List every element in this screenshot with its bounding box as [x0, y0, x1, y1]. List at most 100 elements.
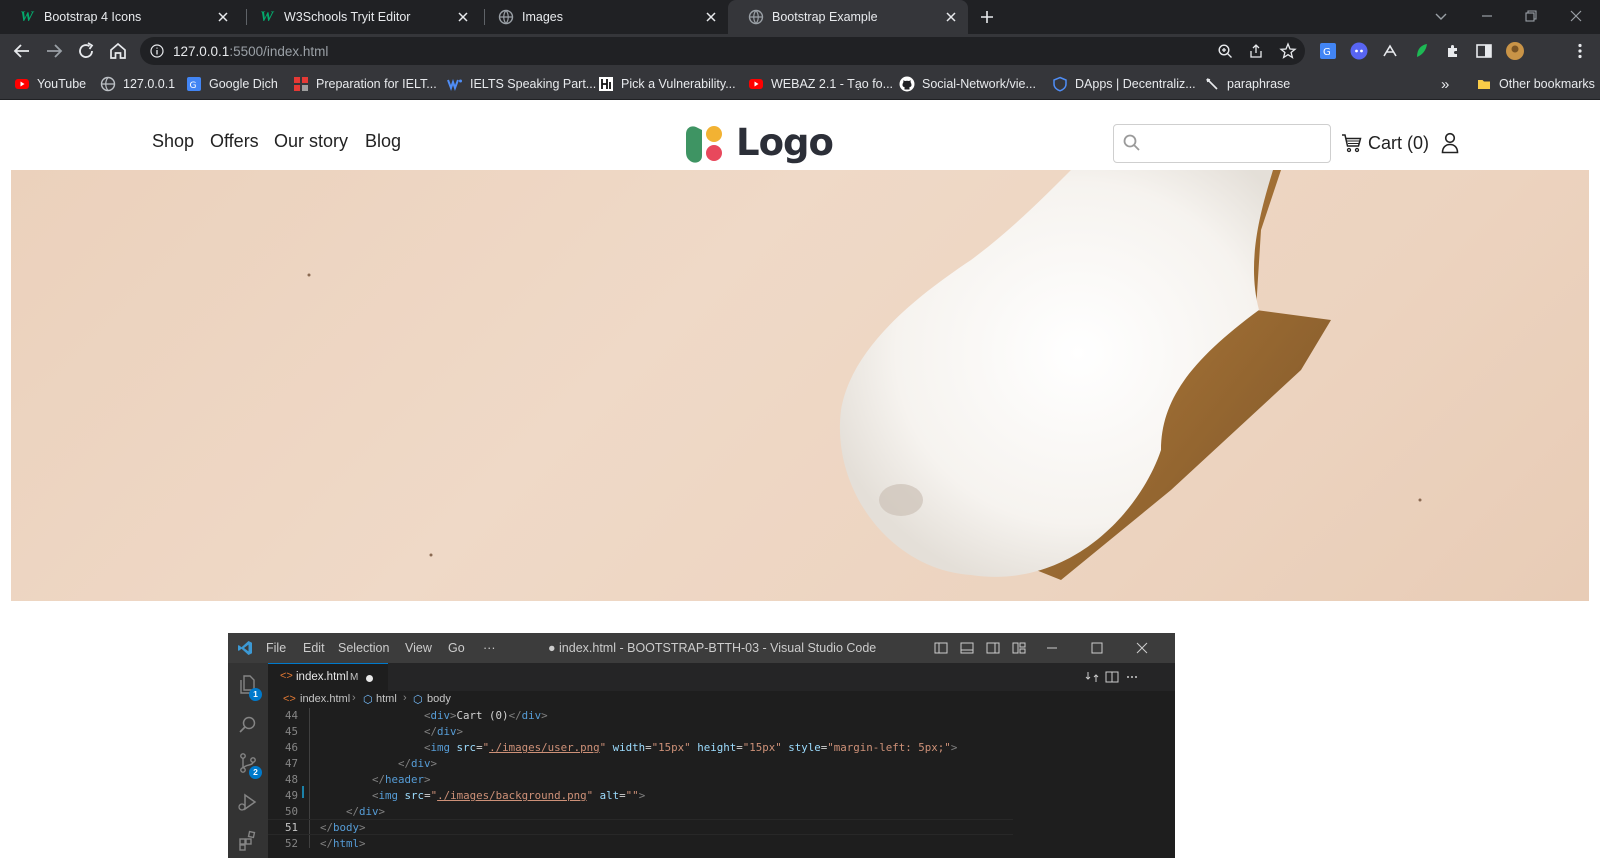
extensions-puzzle-icon[interactable]: [1443, 41, 1463, 61]
globe-icon: [748, 9, 764, 25]
more-bookmarks-button[interactable]: »: [1441, 75, 1449, 93]
bookmarks-bar: YouTube 127.0.0.1 G Google Dịch Preparat…: [0, 68, 1600, 100]
cart-link[interactable]: Cart (0): [1340, 130, 1429, 156]
w3schools-icon: W: [20, 9, 34, 25]
breadcrumb-body[interactable]: body: [427, 693, 451, 705]
nav-link-our-story[interactable]: Our story: [274, 131, 348, 152]
vscode-window-title: ● index.html - BOOTSTRAP-BTTH-03 - Visua…: [548, 641, 877, 655]
menu-edit[interactable]: Edit: [303, 641, 325, 655]
compare-changes-icon[interactable]: [1084, 669, 1100, 685]
bookmark-star-icon[interactable]: [1279, 42, 1297, 60]
code-editor[interactable]: 44 <div>Cart (0)</div> 45 </div> 46 <img…: [268, 708, 1013, 858]
bookmark-pick-vulnerability[interactable]: Pick a Vulnerability...: [598, 75, 736, 93]
unsaved-dot-icon[interactable]: [366, 675, 373, 682]
user-icon[interactable]: [1440, 132, 1460, 154]
tab-title: Bootstrap 4 Icons: [44, 10, 142, 24]
search-input[interactable]: [1113, 124, 1331, 163]
bookmark-ielts-prep[interactable]: Preparation for IELT...: [293, 75, 437, 93]
menu-go[interactable]: Go: [448, 641, 465, 655]
breadcrumb-file[interactable]: index.html: [300, 693, 350, 705]
close-window-icon[interactable]: [1568, 8, 1584, 24]
bookmark-label: Preparation for IELT...: [316, 77, 437, 91]
reload-icon[interactable]: [74, 39, 98, 63]
logo-text: Logo: [736, 121, 834, 164]
menu-file[interactable]: File: [266, 641, 286, 655]
bookmark-dapps[interactable]: DApps | Decentraliz...: [1052, 75, 1196, 93]
home-icon[interactable]: [106, 39, 130, 63]
split-editor-icon[interactable]: [1104, 669, 1120, 685]
google-translate-ext-icon[interactable]: G: [1318, 41, 1338, 61]
code-line: </header>: [372, 773, 431, 786]
minimize-icon[interactable]: [1479, 8, 1495, 24]
bookmark-localhost[interactable]: 127.0.0.1: [100, 75, 175, 93]
w3schools-icon: W: [260, 9, 274, 25]
tab-tryit-editor[interactable]: W W3Schools Tryit Editor: [240, 0, 480, 34]
bookmark-label: WEBAZ 2.1 - Tạo fo...: [771, 77, 894, 91]
code-line: <img src="./images/background.png" alt="…: [372, 789, 646, 802]
element-icon: ⬡: [363, 694, 373, 706]
tab-bootstrap-icons[interactable]: W Bootstrap 4 Icons: [0, 0, 240, 34]
nav-link-shop[interactable]: Shop: [152, 131, 194, 152]
browser-toolbar: 127.0.0.1:5500/index.html G: [0, 34, 1600, 68]
bookmark-paraphrase[interactable]: paraphrase: [1204, 75, 1290, 93]
run-debug-icon[interactable]: [236, 790, 260, 814]
hack-icon: [599, 77, 613, 91]
toggle-panel-icon[interactable]: [959, 640, 975, 656]
html-file-icon: <>: [280, 670, 293, 682]
close-tab-icon[interactable]: [702, 8, 720, 26]
tab-bootstrap-example[interactable]: Bootstrap Example: [728, 0, 968, 34]
maximize-icon[interactable]: [1089, 640, 1105, 656]
other-bookmarks-folder[interactable]: Other bookmarks: [1476, 75, 1595, 93]
leaf-ext-icon[interactable]: [1411, 41, 1431, 61]
side-panel-icon[interactable]: [1474, 41, 1494, 61]
minimize-icon[interactable]: [1044, 640, 1060, 656]
nav-link-blog[interactable]: Blog: [365, 131, 401, 152]
tool-ext-icon[interactable]: [1380, 41, 1400, 61]
tab-images[interactable]: Images: [478, 0, 728, 34]
profile-avatar-icon[interactable]: [1505, 41, 1525, 61]
toggle-sidebar-icon[interactable]: [933, 640, 949, 656]
nav-link-offers[interactable]: Offers: [210, 131, 259, 152]
forward-arrow-icon[interactable]: [42, 39, 66, 63]
bookmark-label: 127.0.0.1: [123, 77, 176, 91]
toggle-secondary-sidebar-icon[interactable]: [985, 640, 1001, 656]
tab-search-chevron-icon[interactable]: [1433, 8, 1449, 24]
bookmark-label: Google Dịch: [209, 77, 278, 91]
translate-icon: G: [187, 77, 201, 91]
new-tab-icon[interactable]: [978, 8, 996, 26]
address-bar[interactable]: 127.0.0.1:5500/index.html: [140, 37, 1305, 65]
bookmark-google-translate[interactable]: G Google Dịch: [186, 75, 278, 93]
zoom-icon[interactable]: [1217, 43, 1233, 59]
close-window-icon[interactable]: [1134, 640, 1150, 656]
folder-icon: [1478, 80, 1490, 89]
breadcrumb: <> index.html › ⬡ html › ⬡ body: [268, 691, 1175, 708]
editor-tab-index-html[interactable]: <> index.html M: [268, 663, 388, 691]
code-line: <div>Cart (0)</div>: [424, 709, 548, 722]
menu-selection[interactable]: Selection: [338, 641, 389, 655]
youtube-icon: [749, 79, 763, 89]
discord-ext-icon[interactable]: [1349, 41, 1369, 61]
bookmark-webaz[interactable]: WEBAZ 2.1 - Tạo fo...: [748, 75, 893, 93]
ielts-icon: [447, 78, 462, 91]
more-actions-icon[interactable]: [1124, 669, 1140, 685]
bookmark-youtube[interactable]: YouTube: [14, 75, 86, 93]
current-line-highlight: [268, 819, 1013, 835]
site-logo[interactable]: Logo: [682, 120, 834, 164]
close-tab-icon[interactable]: [942, 8, 960, 26]
extensions-icon[interactable]: [236, 829, 260, 853]
site-info-icon[interactable]: [150, 44, 164, 58]
menu-view[interactable]: View: [405, 641, 432, 655]
restore-icon[interactable]: [1523, 8, 1539, 24]
close-tab-icon[interactable]: [454, 8, 472, 26]
menu-more[interactable]: ···: [483, 641, 496, 655]
back-arrow-icon[interactable]: [10, 39, 34, 63]
search-icon[interactable]: [236, 713, 260, 737]
chrome-menu-icon[interactable]: [1570, 41, 1590, 61]
hero-image: [11, 170, 1589, 601]
bookmark-github-social[interactable]: Social-Network/vie...: [899, 75, 1036, 93]
bookmark-ielts-speaking[interactable]: IELTS Speaking Part...: [447, 75, 596, 93]
share-icon[interactable]: [1248, 43, 1264, 59]
close-tab-icon[interactable]: [214, 8, 232, 26]
customize-layout-icon[interactable]: [1011, 640, 1027, 656]
breadcrumb-html[interactable]: html: [376, 693, 397, 705]
